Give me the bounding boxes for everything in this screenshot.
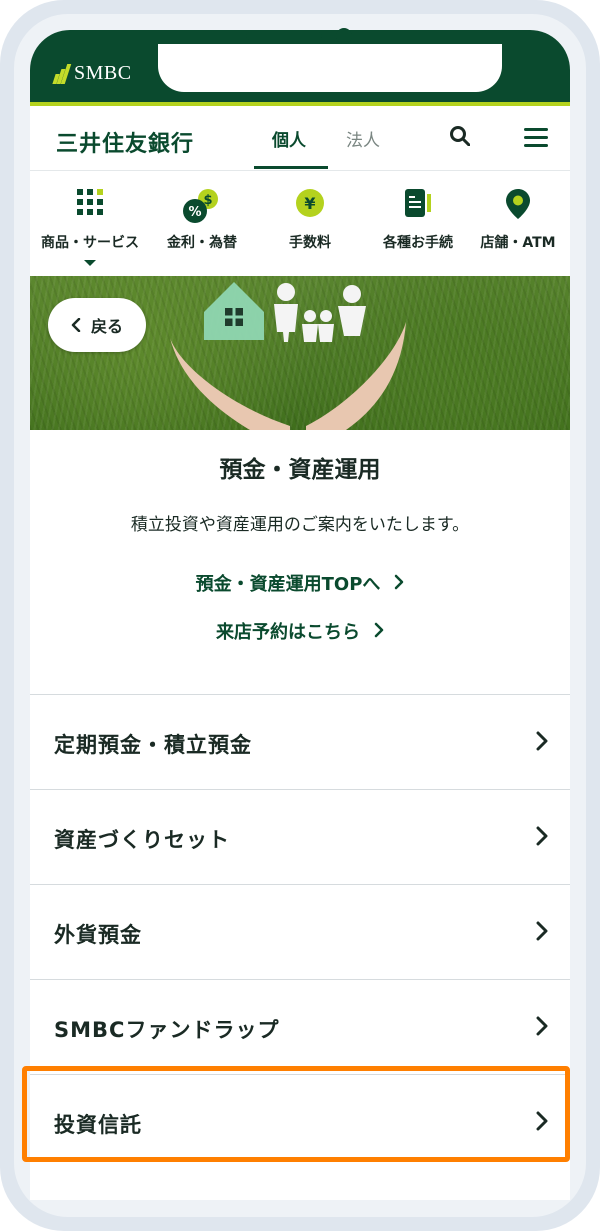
list-item-asset-building-set[interactable]: 資産づくりセット	[30, 789, 570, 884]
device-notch	[158, 44, 502, 92]
list-item-label: 定期預金・積立預金	[54, 733, 252, 757]
back-label: 戻る	[90, 317, 123, 336]
tab-corporate[interactable]: 法人	[346, 126, 380, 151]
nav-procedures[interactable]: 各種お手続	[364, 172, 472, 272]
tab-personal[interactable]: 個人	[272, 126, 306, 151]
nav-label: 商品・サービス	[41, 235, 139, 251]
link-label: 来店予約はこちら	[216, 622, 360, 643]
brand-text: SMBC	[74, 62, 132, 84]
site-header: 三井住友銀行 個人 法人	[30, 106, 570, 171]
nav-label: 金利・為替	[167, 235, 237, 251]
yen-icon: ¥	[296, 189, 324, 217]
hamburger-menu-icon[interactable]	[524, 128, 548, 148]
back-button[interactable]: 戻る	[48, 298, 146, 352]
list-item-label: 資産づくりセット	[54, 828, 230, 852]
highlight-box	[22, 1066, 570, 1162]
icon-navigation: 商品・サービス $ % 金利・為替 ¥ 手数料 各種お手続 店舗・ATM	[30, 172, 570, 274]
list-item-foreign-currency-deposit[interactable]: 外貨預金	[30, 884, 570, 979]
speaker	[246, 32, 322, 40]
bank-logo[interactable]: 三井住友銀行	[56, 126, 194, 158]
chevron-right-icon	[536, 921, 548, 941]
section-title: 預金・資産運用	[219, 457, 381, 483]
caret-down-icon	[84, 260, 96, 266]
section-description: 積立投資や資産運用のご案内をいたします。	[130, 515, 470, 535]
svg-text:¥: ¥	[304, 194, 315, 213]
document-icon	[405, 189, 431, 217]
active-tab-indicator	[254, 166, 328, 169]
nav-products-services[interactable]: 商品・サービス	[36, 172, 144, 272]
chevron-right-icon	[395, 574, 404, 590]
list-item-label: 外貨預金	[54, 923, 142, 947]
search-icon[interactable]	[450, 126, 470, 146]
nav-branches-atm[interactable]: 店舗・ATM	[464, 172, 572, 272]
list-item-label: SMBCファンドラップ	[54, 1018, 280, 1042]
list-item-time-deposit[interactable]: 定期預金・積立預金	[30, 694, 570, 789]
chevron-right-icon	[374, 622, 384, 638]
nav-rates[interactable]: $ % 金利・為替	[148, 172, 256, 272]
smbc-brand: SMBC	[52, 62, 132, 85]
map-pin-icon	[506, 189, 530, 219]
nav-label: 店舗・ATM	[480, 235, 556, 251]
list-item-fund-wrap[interactable]: SMBCファンドラップ	[30, 979, 570, 1074]
chevron-right-icon	[536, 1016, 548, 1036]
chevron-left-icon	[71, 318, 81, 332]
chevron-right-icon	[536, 731, 548, 751]
visit-reservation-link[interactable]: 来店予約はこちら	[30, 618, 570, 644]
svg-text:%: %	[188, 205, 201, 220]
camera	[336, 28, 352, 44]
link-label: 預金・資産運用TOPへ	[195, 574, 381, 595]
nav-label: 手数料	[289, 235, 331, 251]
grid-icon	[77, 189, 103, 215]
chevron-right-icon	[536, 826, 548, 846]
nav-label: 各種お手続	[383, 235, 453, 251]
deposit-top-link[interactable]: 預金・資産運用TOPへ	[30, 570, 570, 596]
percent-dollar-icon: $ %	[183, 189, 218, 223]
smbc-logo-icon	[52, 63, 72, 84]
nav-fees[interactable]: ¥ 手数料	[256, 172, 364, 272]
